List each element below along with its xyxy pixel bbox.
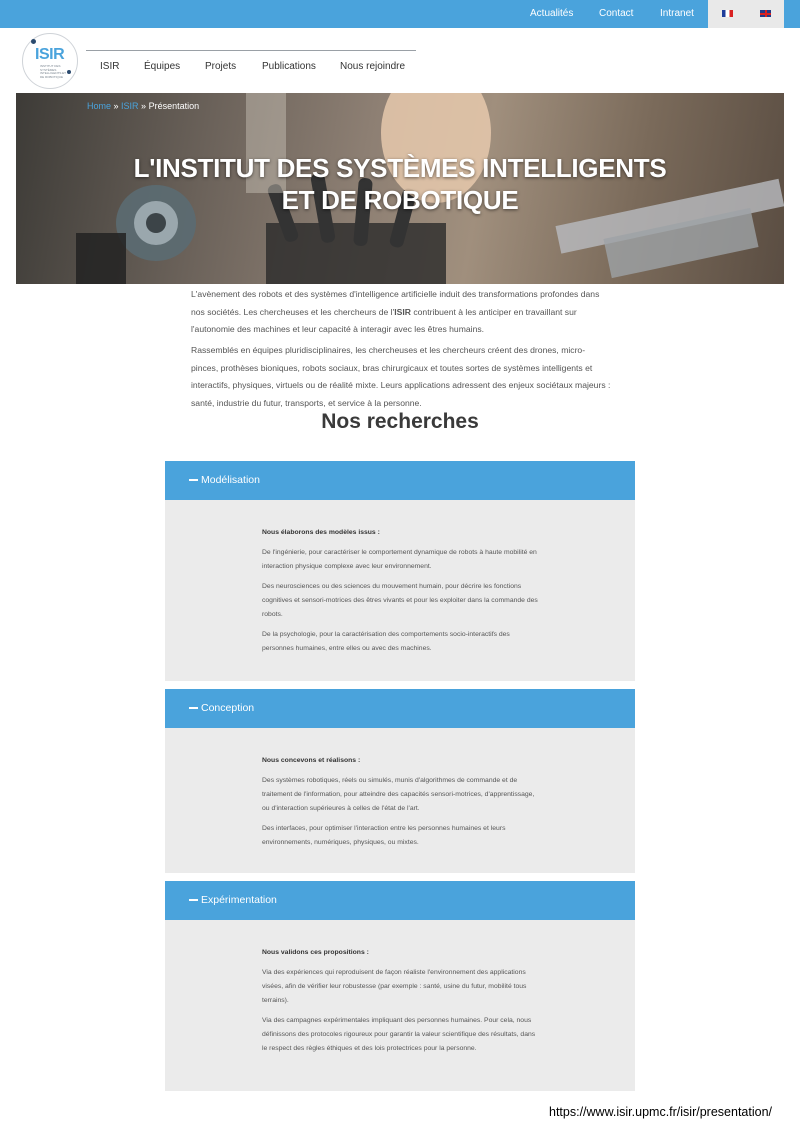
accordion-paragraph: Via des expériences qui reproduisent de … bbox=[262, 969, 527, 1004]
accordion-paragraph: De la psychologie, pour la caractérisati… bbox=[262, 631, 510, 652]
nav-item-isir[interactable]: ISIR bbox=[100, 61, 119, 72]
topbar-link-actualites[interactable]: Actualités bbox=[530, 8, 573, 19]
accordion-header-conception[interactable]: Conception bbox=[165, 689, 635, 728]
accordion-header-experimentation[interactable]: Expérimentation bbox=[165, 881, 635, 920]
english-flag-icon[interactable] bbox=[760, 10, 771, 17]
accordion-lead: Nous concevons et réalisons : bbox=[262, 757, 361, 764]
intro-paragraph-2: Rassemblés en équipes pluridisciplinaire… bbox=[191, 345, 611, 408]
top-bar: Actualités Contact Intranet bbox=[0, 0, 800, 28]
accordion-paragraph: Des systèmes robotiques, réels ou simulé… bbox=[262, 777, 535, 812]
nav-divider bbox=[86, 50, 416, 51]
accordion-content: Nous concevons et réalisons : Des systèm… bbox=[262, 754, 542, 856]
accordion-title: Modélisation bbox=[201, 474, 260, 486]
breadcrumb-home[interactable]: Home bbox=[87, 101, 111, 111]
accordion-content: Nous validons ces propositions : Via des… bbox=[262, 946, 542, 1062]
accordion-title: Expérimentation bbox=[201, 894, 277, 906]
section-title: Nos recherches bbox=[321, 410, 479, 433]
isir-logo[interactable]: ISIR INSTITUT DES SYSTÈMES INTELLIGENTS … bbox=[22, 33, 78, 89]
accordion-lead: Nous validons ces propositions : bbox=[262, 949, 369, 956]
page-title-line-1: L'INSTITUT DES SYSTÈMES INTELLIGENTS bbox=[133, 153, 667, 183]
minus-icon bbox=[189, 479, 198, 481]
accordion-paragraph: Des neurosciences ou des sciences du mou… bbox=[262, 583, 538, 618]
page-url: https://www.isir.upmc.fr/isir/presentati… bbox=[549, 1105, 772, 1119]
breadcrumb-separator: » bbox=[111, 101, 122, 111]
topbar-link-intranet[interactable]: Intranet bbox=[660, 8, 694, 19]
accordion-panel-conception: Nous concevons et réalisons : Des systèm… bbox=[165, 728, 635, 873]
accordion-panel-experimentation: Nous validons ces propositions : Via des… bbox=[165, 920, 635, 1091]
logo-dot-icon bbox=[67, 70, 71, 74]
accordion-paragraph: Des interfaces, pour optimiser l'interac… bbox=[262, 825, 506, 846]
nav-item-publications[interactable]: Publications bbox=[262, 61, 316, 72]
accordion-lead: Nous élaborons des modèles issus : bbox=[262, 529, 380, 536]
logo-subtitle: INSTITUT DES SYSTÈMES INTELLIGENTS ET DE… bbox=[40, 64, 66, 79]
breadcrumb-current: Présentation bbox=[148, 101, 200, 111]
breadcrumb: Home » ISIR » Présentation bbox=[87, 101, 199, 111]
intro-paragraph-1: L'avènement des robots et des systèmes d… bbox=[191, 286, 611, 339]
intro-bold-isir: ISIR bbox=[394, 306, 411, 317]
language-switcher bbox=[708, 0, 784, 28]
breadcrumb-separator: » bbox=[138, 101, 149, 111]
french-flag-icon[interactable] bbox=[722, 10, 733, 17]
nav-item-equipes[interactable]: Équipes bbox=[144, 61, 180, 72]
nav-item-projets[interactable]: Projets bbox=[205, 61, 236, 72]
topbar-link-contact[interactable]: Contact bbox=[599, 8, 633, 19]
logo-text: ISIR bbox=[35, 46, 65, 63]
accordion-content: Nous élaborons des modèles issus : De l'… bbox=[262, 526, 542, 662]
nav-item-nous-rejoindre[interactable]: Nous rejoindre bbox=[340, 61, 405, 72]
accordion-panel-modelisation: Nous élaborons des modèles issus : De l'… bbox=[165, 500, 635, 681]
accordion-title: Conception bbox=[201, 702, 255, 714]
minus-icon bbox=[189, 707, 198, 709]
accordion-paragraph: De l'ingénierie, pour caractériser le co… bbox=[262, 549, 537, 570]
logo-dot-icon bbox=[31, 39, 36, 44]
page-title-line-2: ET DE ROBOTIQUE bbox=[281, 185, 519, 215]
accordion-header-modelisation[interactable]: Modélisation bbox=[165, 461, 635, 500]
page-title: L'INSTITUT DES SYSTÈMES INTELLIGENTS ET … bbox=[16, 152, 784, 216]
breadcrumb-isir[interactable]: ISIR bbox=[121, 101, 139, 111]
minus-icon bbox=[189, 899, 198, 901]
accordion-paragraph: Via des campagnes expérimentales impliqu… bbox=[262, 1017, 536, 1052]
